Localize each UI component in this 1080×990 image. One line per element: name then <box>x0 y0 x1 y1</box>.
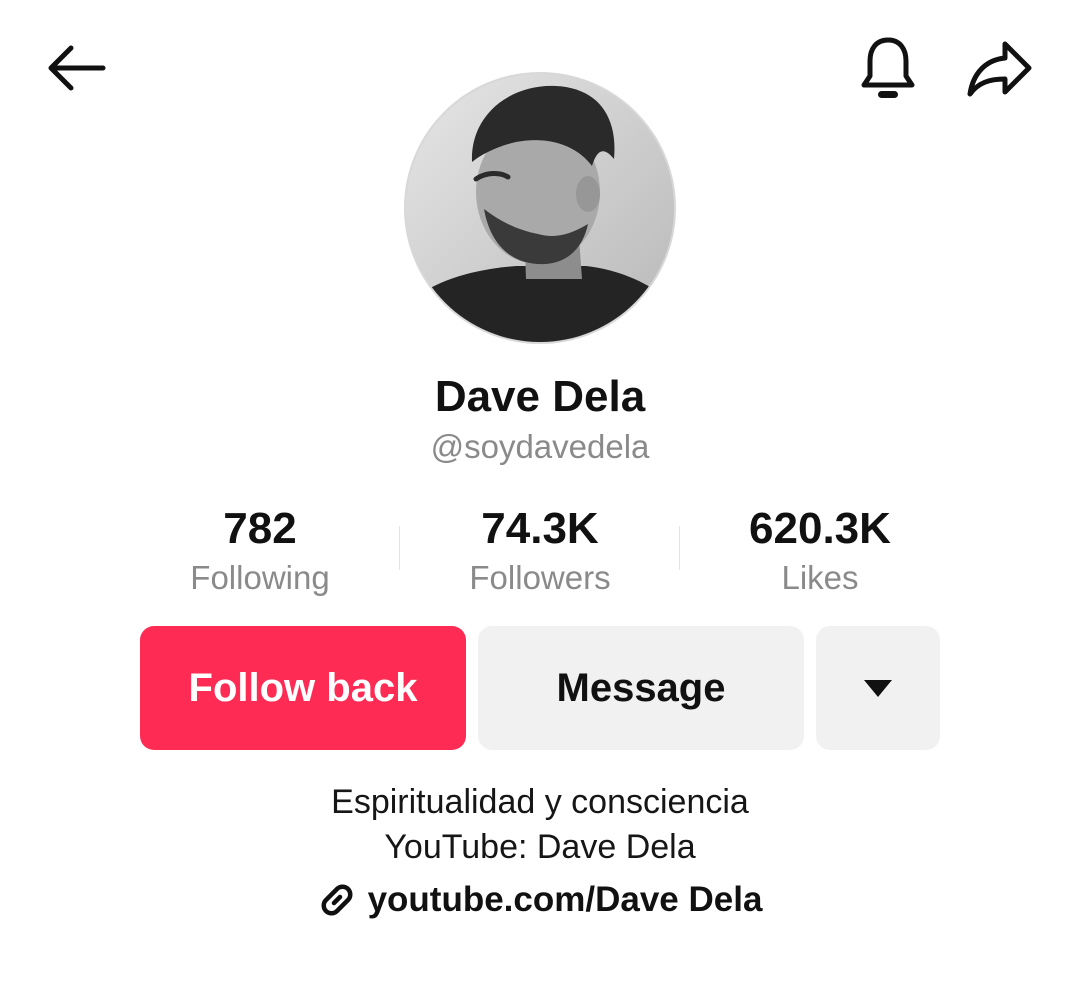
link-icon <box>321 884 353 916</box>
stat-divider <box>679 526 680 570</box>
avatar[interactable] <box>404 72 676 344</box>
back-button[interactable] <box>40 36 110 100</box>
profile-actions: Follow back Message <box>140 626 940 750</box>
following-count: 782 <box>223 504 297 553</box>
followers-label: Followers <box>469 559 611 596</box>
follow-back-button[interactable]: Follow back <box>140 626 466 750</box>
profile-stats: 782 Following 74.3K Followers 620.3K Lik… <box>120 500 960 600</box>
bell-icon <box>861 37 915 98</box>
username-handle: @soydavedela <box>430 428 650 465</box>
bio-line: Espiritualidad y consciencia <box>331 783 749 821</box>
bio-line: YouTube: Dave Dela <box>384 828 696 866</box>
bio-link[interactable]: youtube.com/Dave Dela <box>0 880 1080 920</box>
stat-likes[interactable]: 620.3K Likes <box>679 500 960 600</box>
share-icon <box>967 41 1032 97</box>
caret-down-icon <box>864 680 892 697</box>
stat-followers[interactable]: 74.3K Followers <box>399 500 680 600</box>
bio: Espiritualidad y consciencia YouTube: Da… <box>0 780 1080 870</box>
message-button[interactable]: Message <box>478 626 804 750</box>
share-button[interactable] <box>962 34 1038 104</box>
back-arrow-icon <box>48 45 106 91</box>
followers-count: 74.3K <box>481 504 599 553</box>
display-name: Dave Dela <box>434 372 646 421</box>
bio-link-text[interactable]: youtube.com/Dave Dela <box>368 880 763 920</box>
profile-photo <box>406 74 674 342</box>
following-label: Following <box>190 559 330 596</box>
notification-button[interactable] <box>852 32 924 104</box>
stat-divider <box>399 526 400 570</box>
more-options-button[interactable] <box>816 626 940 750</box>
stat-following[interactable]: 782 Following <box>120 500 400 600</box>
likes-label: Likes <box>781 559 859 596</box>
likes-count: 620.3K <box>749 504 891 553</box>
